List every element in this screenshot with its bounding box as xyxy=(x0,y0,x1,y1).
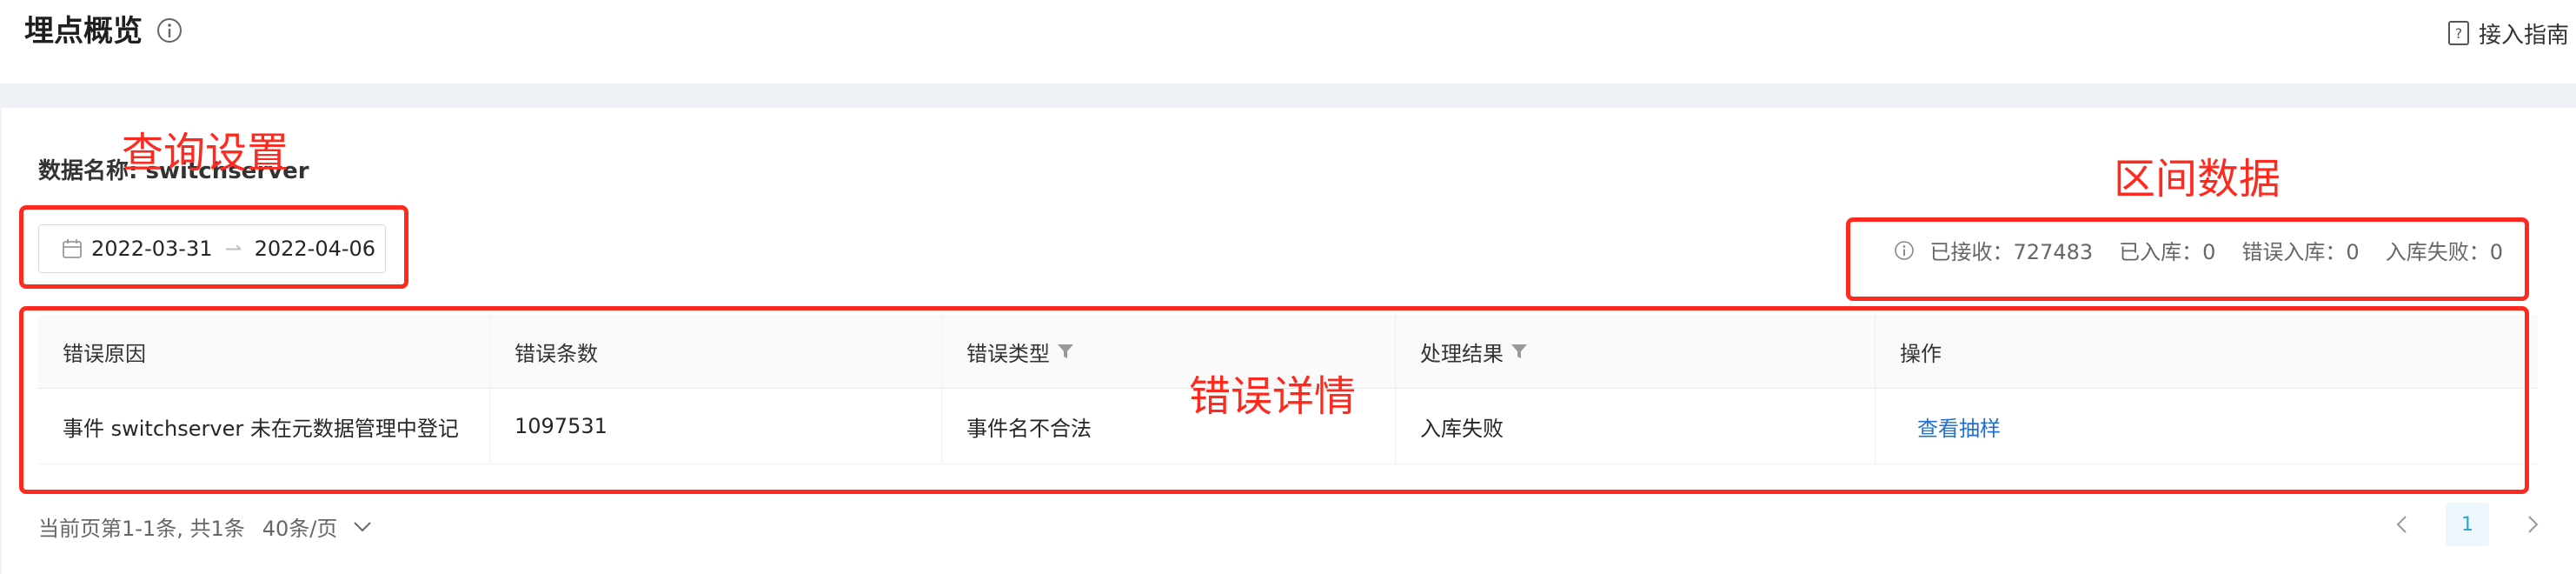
date-range-picker[interactable]: 2022-03-31 ⇀ 2022-04-06 xyxy=(38,224,386,273)
stat-stored: 已入库：0 xyxy=(2119,240,2216,264)
annotation-label-error-detail: 错误详情 xyxy=(1189,372,1357,421)
svg-text:?: ? xyxy=(2455,25,2463,42)
page-size-select[interactable]: 40条/页 xyxy=(262,511,373,542)
page-size-label: 40条/页 xyxy=(262,517,338,541)
view-sample-link[interactable]: 查看抽样 xyxy=(1900,411,2001,442)
cell-result: 入库失败 xyxy=(1396,389,1876,464)
top-bar: 埋点概览 ? 接入指南 xyxy=(0,0,2576,83)
chevron-down-icon xyxy=(354,521,372,531)
header-action: 操作 xyxy=(1900,341,1942,366)
filter-icon[interactable] xyxy=(1510,343,1528,360)
cell-error-count: 1097531 xyxy=(490,389,942,464)
guide-link-label: 接入指南 xyxy=(2478,22,2569,49)
stats-info-icon xyxy=(1894,240,1914,260)
chevron-left-icon[interactable] xyxy=(2393,514,2411,535)
header-result-label: 处理结果 xyxy=(1420,341,1504,366)
header-error-count: 错误条数 xyxy=(490,315,942,388)
end-date[interactable]: 2022-04-06 xyxy=(255,237,375,261)
pagination-summary: 当前页第1-1条, 共1条 40条/页 xyxy=(38,511,372,542)
info-icon[interactable] xyxy=(156,17,183,43)
header-error-type-label: 错误类型 xyxy=(966,341,1050,366)
annotation-label-range: 区间数据 xyxy=(2114,155,2281,204)
stat-store-failed: 入库失败：0 xyxy=(2385,240,2503,264)
header-error-reason: 错误原因 xyxy=(38,315,490,388)
chevron-right-icon[interactable] xyxy=(2524,514,2541,535)
stat-received: 已接收：727483 xyxy=(1929,240,2094,264)
pagination-controls: 1 xyxy=(2393,503,2541,546)
cell-action: 查看抽样 xyxy=(1876,389,2538,464)
pagination-range-text: 当前页第1-1条, 共1条 xyxy=(38,517,245,541)
start-date[interactable]: 2022-03-31 xyxy=(91,237,212,261)
guide-doc-icon: ? xyxy=(2447,21,2469,45)
header-result: 处理结果 xyxy=(1396,315,1876,388)
stat-error-stored: 错误入库：0 xyxy=(2241,240,2360,264)
annotation-label-query: 查询设置 xyxy=(122,129,289,177)
guide-link[interactable]: ? 接入指南 xyxy=(2447,16,2569,50)
calendar-icon xyxy=(63,239,82,258)
page-button-1[interactable]: 1 xyxy=(2446,503,2489,546)
filter-icon[interactable] xyxy=(1057,343,1074,360)
range-arrow-icon: ⇀ xyxy=(224,237,242,261)
range-stats: 已接收：727483 已入库：0 错误入库：0 入库失败：0 xyxy=(1894,235,2503,265)
cell-error-reason: 事件 switchserver 未在元数据管理中登记 xyxy=(38,389,490,464)
page-title: 埋点概览 xyxy=(24,14,143,49)
